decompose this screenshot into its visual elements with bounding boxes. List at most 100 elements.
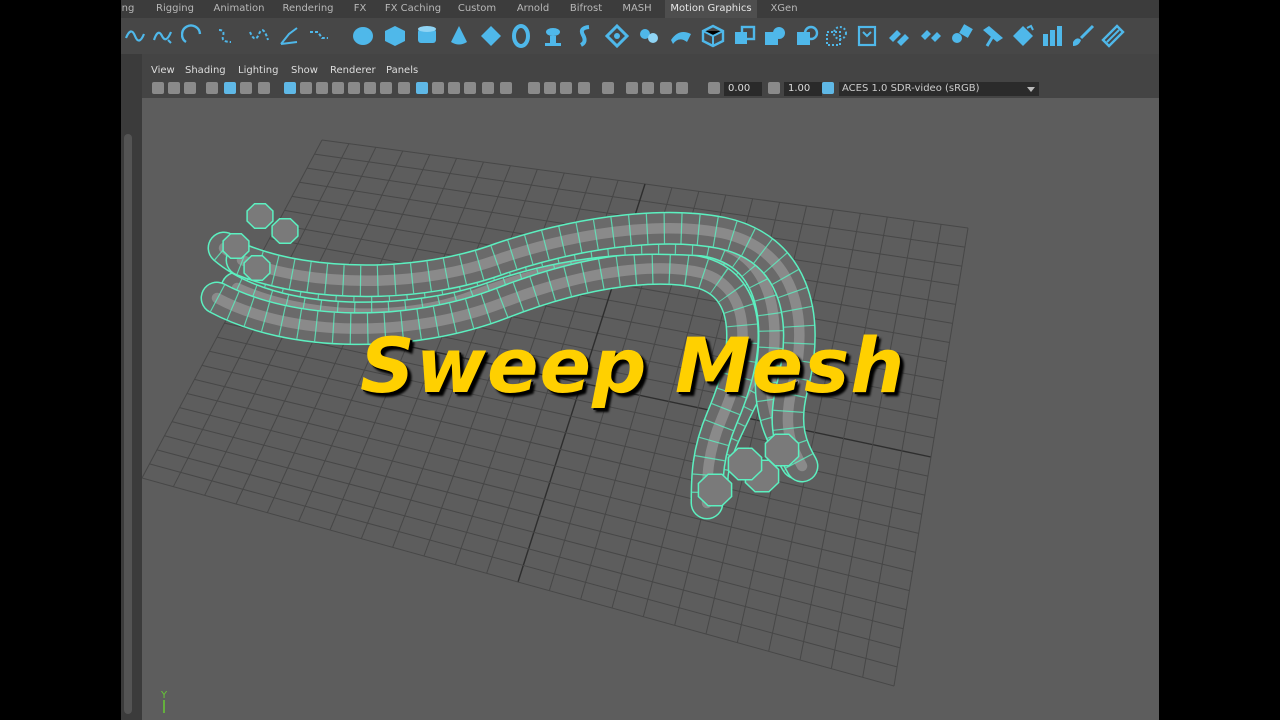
image-plane-icon[interactable]: [206, 82, 218, 94]
shadows-icon[interactable]: [500, 82, 512, 94]
screen-space-ao-icon[interactable]: [528, 82, 540, 94]
anti-aliasing-icon[interactable]: [560, 82, 572, 94]
grid-line: [142, 477, 895, 687]
bookmark-icon[interactable]: [184, 82, 196, 94]
depth-of-field-icon[interactable]: [578, 82, 590, 94]
sphere-icon[interactable]: [351, 24, 375, 48]
bridge-icon[interactable]: [919, 24, 943, 48]
target-weld-icon[interactable]: [1011, 24, 1035, 48]
shelf-icon-row: [121, 18, 1159, 54]
cone-icon[interactable]: [447, 24, 471, 48]
lights-icon[interactable]: [482, 82, 494, 94]
menu-renderer[interactable]: Renderer: [330, 62, 376, 80]
multi-cut-icon[interactable]: [981, 24, 1005, 48]
gate-mask-icon[interactable]: [332, 82, 344, 94]
cube-icon[interactable]: [383, 24, 407, 48]
menu-shading[interactable]: Shading: [185, 62, 226, 80]
motion-blur-icon[interactable]: [544, 82, 556, 94]
cv-curve-icon[interactable]: [123, 24, 147, 48]
brush-icon[interactable]: [1071, 24, 1095, 48]
smooth-icon[interactable]: [855, 24, 879, 48]
shelf-tab-rigging[interactable]: Rigging: [149, 0, 201, 18]
gamma-field[interactable]: 1.00: [784, 82, 822, 96]
lock-camera-icon[interactable]: [258, 82, 270, 94]
maya-window: ng Rigging Animation Rendering FX FX Cac…: [121, 0, 1159, 720]
y-axis-label: Y: [160, 690, 168, 701]
shelf-tab-custom[interactable]: Custom: [453, 0, 501, 18]
shelf-tab-fx[interactable]: FX: [347, 0, 373, 18]
extract-icon[interactable]: [795, 24, 819, 48]
panel-menu-bar: View Shading Lighting Show Renderer Pane…: [142, 62, 1159, 80]
color-management-icon[interactable]: [822, 82, 834, 94]
3d-viewport[interactable]: Y Sweep Mesh: [142, 98, 1159, 720]
shelf-tab-xgen[interactable]: XGen: [765, 0, 803, 18]
smooth-shade-icon[interactable]: [416, 82, 428, 94]
wireframe-icon[interactable]: [398, 82, 410, 94]
boolean-icon[interactable]: [825, 24, 849, 48]
poly-sweep-icon[interactable]: [605, 24, 629, 48]
sweep-icon[interactable]: [307, 24, 331, 48]
exposure-icon[interactable]: [708, 82, 720, 94]
shelf-tab-animation[interactable]: Animation: [209, 0, 269, 18]
safe-action-icon[interactable]: [364, 82, 376, 94]
box-icon[interactable]: [701, 24, 725, 48]
shelf-tab-mash[interactable]: MASH: [617, 0, 657, 18]
pencil-curve-icon[interactable]: [215, 24, 239, 48]
isolate-select-icon[interactable]: [602, 82, 614, 94]
arc-icon[interactable]: [247, 24, 271, 48]
plane-icon[interactable]: [479, 24, 503, 48]
film-gate-icon[interactable]: [300, 82, 312, 94]
grid-icon[interactable]: [284, 82, 296, 94]
menu-view[interactable]: View: [151, 62, 175, 80]
model-panel: View Shading Lighting Show Renderer Pane…: [142, 62, 1159, 720]
shelf-tab-bar: ng Rigging Animation Rendering FX FX Cac…: [121, 0, 1159, 18]
shelf-tab-modeling[interactable]: ng: [121, 0, 137, 18]
xray-icon[interactable]: [464, 82, 476, 94]
spline-icon[interactable]: [637, 24, 661, 48]
menu-show[interactable]: Show: [291, 62, 318, 80]
curve-edit-icon[interactable]: [277, 24, 301, 48]
grid-line: [893, 227, 969, 687]
xray-active-icon[interactable]: [642, 82, 654, 94]
grease-pencil-icon[interactable]: [240, 82, 252, 94]
safe-title-icon[interactable]: [380, 82, 392, 94]
hud-icon[interactable]: [676, 82, 688, 94]
view-axis-indicator: Y: [160, 690, 168, 713]
shelf-tab-arnold[interactable]: Arnold: [511, 0, 555, 18]
shelf-tab-motion-graphics[interactable]: Motion Graphics: [665, 0, 757, 18]
shelf-tab-fx-caching[interactable]: FX Caching: [381, 0, 445, 18]
bend-icon[interactable]: [669, 24, 693, 48]
textured-icon[interactable]: [448, 82, 460, 94]
default-material-icon[interactable]: [432, 82, 444, 94]
shelf-tab-bifrost[interactable]: Bifrost: [563, 0, 609, 18]
paint-icon[interactable]: [1101, 24, 1125, 48]
type-icon[interactable]: [541, 24, 565, 48]
resolution-gate-icon[interactable]: [316, 82, 328, 94]
extrude-icon[interactable]: [949, 24, 973, 48]
panel-toolbar: 0.00 1.00 ACES 1.0 SDR-video (sRGB): [142, 80, 1159, 98]
backface-icon[interactable]: [660, 82, 672, 94]
gamma-icon[interactable]: [768, 82, 780, 94]
field-chart-icon[interactable]: [348, 82, 360, 94]
ep-curve-icon[interactable]: [151, 24, 175, 48]
tube-end-cap: [697, 473, 733, 507]
bezier-icon[interactable]: [181, 24, 205, 48]
shelf-tab-rendering[interactable]: Rendering: [279, 0, 337, 18]
select-camera-icon[interactable]: [152, 82, 164, 94]
sculpt-icon[interactable]: [1041, 24, 1065, 48]
svg-icon[interactable]: [573, 24, 597, 48]
xray-joints-icon[interactable]: [626, 82, 638, 94]
cylinder-icon[interactable]: [415, 24, 439, 48]
view-transform-dropdown[interactable]: ACES 1.0 SDR-video (sRGB): [839, 82, 1039, 96]
scrollbar[interactable]: [124, 134, 132, 714]
menu-lighting[interactable]: Lighting: [238, 62, 278, 80]
menu-panels[interactable]: Panels: [386, 62, 418, 80]
camera-attributes-icon[interactable]: [168, 82, 180, 94]
tube-end-cap: [764, 433, 800, 467]
bevel-icon[interactable]: [887, 24, 911, 48]
combine-icon[interactable]: [733, 24, 757, 48]
separate-icon[interactable]: [763, 24, 787, 48]
exposure-field[interactable]: 0.00: [724, 82, 762, 96]
2d-pan-zoom-icon[interactable]: [224, 82, 236, 94]
torus-icon[interactable]: [509, 24, 533, 48]
